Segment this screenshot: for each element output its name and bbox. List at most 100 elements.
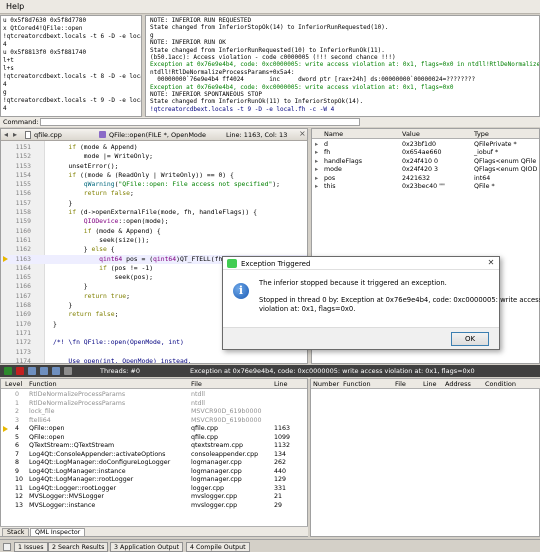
line-number[interactable]: 1171 [1, 329, 31, 338]
stack-row[interactable]: 1 RtlDeNormalizeProcessParams ntdll [1, 400, 307, 409]
locals-row[interactable]: ▸ this 0x23bec40 "" QFile * [312, 183, 539, 191]
stack-row[interactable]: 9 Log4Qt::LogManager::instance logmanager.… [1, 468, 307, 477]
toggle-output-icon[interactable] [3, 543, 11, 551]
stack-row[interactable]: 11 Log4Qt::Logger::rootLogger logger.cpp 33… [1, 485, 307, 494]
locals-row[interactable]: ▸ handleFlags 0x24f410 0 QFlags<enum QFile [312, 158, 539, 166]
bp-col-address[interactable]: Address [445, 380, 471, 388]
line-number[interactable]: 1164 [1, 264, 31, 273]
line-number[interactable]: 1154 [1, 171, 31, 180]
locals-row[interactable]: ▸ pos 2421632 int64 [312, 175, 539, 183]
step-out-icon[interactable] [52, 367, 60, 375]
stack-col-line[interactable]: Line [274, 380, 288, 388]
expand-icon[interactable]: ▸ [315, 166, 318, 173]
locals-col-value[interactable]: Value [402, 130, 420, 138]
line-number[interactable]: 1152 [1, 152, 31, 161]
stack-row[interactable]: 5 QFile::open qfile.cpp 1099 [1, 433, 307, 443]
stack-row[interactable]: 4 QFile::open qfile.cpp 1163 [1, 425, 307, 434]
bp-col-condition[interactable]: Condition [485, 380, 516, 388]
code-content: if (mode & Append) [68, 143, 138, 151]
line-number[interactable]: 1161 [1, 236, 31, 245]
stack-row[interactable]: 13 MVSLogger::instance mvslogger.cpp 29 [1, 502, 307, 511]
stack-row[interactable]: 8 Log4Qt::LogManager::doConfigureLogLogge… [1, 459, 307, 468]
forward-icon[interactable]: ▸ [13, 130, 17, 139]
stack-file: MSVCR90D_619b0000 [191, 416, 262, 424]
menu-help[interactable]: Help [6, 2, 24, 11]
line-number[interactable]: 1155 [1, 180, 31, 189]
continue-icon[interactable] [4, 367, 12, 375]
stack-row[interactable]: 6 QTextStream::QTextStream qtextstream.cpp… [1, 442, 307, 451]
line-number[interactable]: 1157 [1, 199, 31, 208]
stack-file: qfile.cpp [191, 433, 219, 441]
code-content: mode |= WriteOnly; [53, 152, 154, 161]
code-line: 1154 if ((mode & (ReadOnly | WriteOnly))… [1, 171, 307, 180]
stack-file: MSVCR90D_619b0000 [191, 408, 262, 415]
stack-row[interactable]: 0 RtlDeNormalizeProcessParams ntdll [1, 391, 307, 400]
line-number[interactable]: 1167 [1, 292, 31, 301]
stack-row[interactable]: 10 Log4Qt::LogManager::rootLogger logmanag… [1, 476, 307, 485]
ok-button[interactable]: OK [451, 332, 489, 346]
tab-compile-output[interactable]: 4 Compile Output [186, 542, 250, 552]
line-number[interactable]: 1159 [1, 217, 31, 226]
stack-row[interactable]: 12 MVSLogger::MVSLogger mvslogger.cpp 21 [1, 493, 307, 502]
bp-col-number[interactable]: Number [313, 380, 339, 388]
locals-col-name[interactable]: Name [324, 130, 343, 138]
line-number[interactable]: 1172 [1, 338, 31, 347]
tab-issues[interactable]: 1 Issues [14, 542, 48, 552]
line-number[interactable]: 1166 [1, 282, 31, 291]
reverse-icon[interactable] [64, 367, 72, 375]
locals-row[interactable]: ▸ mode 0x24f420 3 QFlags<enum QIOD [312, 166, 539, 174]
bp-col-file[interactable]: File [395, 380, 406, 388]
tab-qml-inspector[interactable]: QML Inspector [30, 528, 86, 537]
code-content: if (pos != -1) [99, 263, 154, 272]
bp-col-function[interactable]: Function [343, 380, 371, 388]
expand-icon[interactable]: ▸ [315, 183, 318, 190]
line-number[interactable]: 1170 [1, 320, 31, 329]
stack-function: Log4Qt::ConsoleAppender::activateOptions [29, 450, 166, 458]
line-number[interactable]: 1173 [1, 348, 31, 357]
threads-label[interactable]: Threads: #0 [100, 367, 140, 375]
locals-col-type[interactable]: Type [474, 130, 489, 138]
line-number[interactable]: 1169 [1, 310, 31, 319]
code-line: 1159 QIODevice::open(mode); [1, 217, 307, 226]
tab-stack[interactable]: Stack [2, 528, 30, 537]
stop-icon[interactable] [16, 367, 24, 375]
command-input[interactable] [40, 118, 360, 126]
stack-function: lock_file [29, 408, 55, 415]
stack-file: consoleappender.cpp [191, 450, 259, 458]
editor-function-name[interactable]: QFile::open(FILE *, OpenMode [109, 131, 206, 139]
line-number[interactable]: 1165 [1, 273, 31, 282]
editor-file-name[interactable]: qfile.cpp [34, 131, 62, 139]
local-type: _iobuf * [474, 149, 499, 157]
code-content: unsetError(); [53, 161, 119, 170]
line-number[interactable]: 1158 [1, 208, 31, 217]
expand-icon[interactable]: ▸ [315, 158, 318, 165]
line-number[interactable]: 1168 [1, 301, 31, 310]
expand-icon[interactable]: ▸ [315, 175, 318, 182]
step-into-icon[interactable] [40, 367, 48, 375]
line-number[interactable]: 1160 [1, 227, 31, 236]
close-icon[interactable]: ✕ [486, 259, 496, 268]
stack-row[interactable]: 7 Log4Qt::ConsoleAppender::activateOption… [1, 450, 307, 460]
stack-col-level[interactable]: Level [5, 380, 22, 388]
back-icon[interactable]: ◂ [4, 130, 8, 139]
tab-search-results[interactable]: 2 Search Results [48, 542, 109, 552]
tab-application-output[interactable]: 3 Application Output [110, 542, 184, 552]
line-number[interactable]: 1156 [1, 189, 31, 198]
step-over-icon[interactable] [28, 367, 36, 375]
line-number[interactable]: 1151 [1, 143, 31, 152]
stack-row[interactable]: 2 lock_file MSVCR90D_619b0000 [1, 408, 307, 417]
expand-icon[interactable]: ▸ [315, 141, 318, 148]
line-number[interactable]: 1162 [1, 245, 31, 254]
line-number[interactable]: 1153 [1, 162, 31, 171]
stack-header: Level Function File Line [1, 379, 307, 389]
stack-row[interactable]: 3 ftelli64 MSVCR90D_619b0000 [1, 416, 307, 426]
bp-col-line[interactable]: Line [423, 380, 437, 388]
stack-col-file[interactable]: File [191, 380, 202, 388]
stack-col-function[interactable]: Function [29, 380, 57, 388]
locals-row[interactable]: ▸ fh 0x654ae660 _iobuf * [312, 149, 539, 157]
close-editor-icon[interactable]: × [299, 129, 306, 138]
line-number[interactable]: 1174 [1, 357, 31, 363]
locals-row[interactable]: ▸ d 0x23bf1d0 QFilePrivate * [312, 141, 539, 149]
expand-icon[interactable]: ▸ [315, 149, 318, 156]
local-type: QFlags<enum QIOD [474, 166, 538, 174]
